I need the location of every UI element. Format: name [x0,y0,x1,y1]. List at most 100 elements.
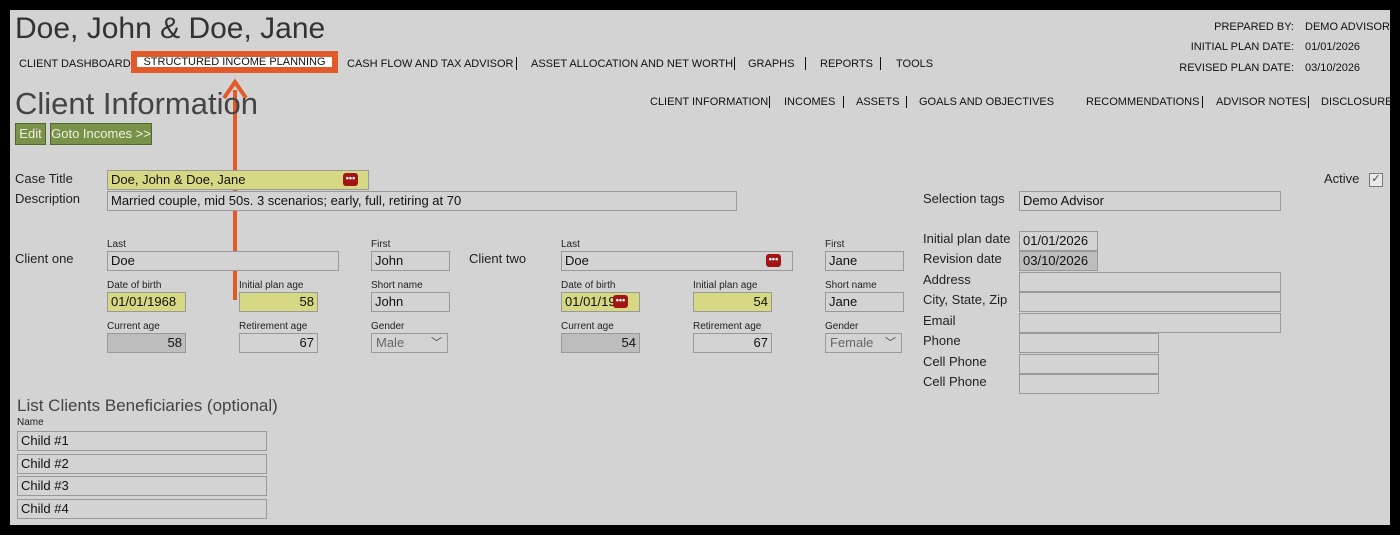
initial-plan-date-value: 01/01/2026 [1305,41,1361,53]
client-one-gender-value: Male [376,335,405,350]
subnav-disclosure[interactable]: DISCLOSURE [1321,96,1393,108]
cell-phone-2-label: Cell Phone [923,374,987,389]
nav-cash-flow[interactable]: CASH FLOW AND TAX ADVISOR [347,58,513,70]
client-one-gender-select[interactable]: Male ﹀ [371,333,448,353]
client-one-initial-age-label: Initial plan age [239,280,304,291]
revised-plan-date-label: REVISED PLAN DATE: [1179,62,1294,74]
email-label: Email [923,313,956,328]
beneficiary-input[interactable]: Child #2 [17,454,267,474]
beneficiary-name-label: Name [17,417,44,428]
nav-structured-income-planning-label: STRUCTURED INCOME PLANNING [137,57,332,68]
subnav-divider [1308,96,1309,108]
client-one-short-name-label: Short name [371,280,423,291]
client-two-last-input[interactable]: Doe [561,251,793,271]
subnav-recommendations[interactable]: RECOMMENDATIONS [1086,96,1199,108]
subnav-divider [1202,96,1203,108]
client-two-retirement-age-label: Retirement age [693,321,762,332]
client-two-gender-label: Gender [825,321,859,332]
check-icon: ✓ [1371,173,1381,185]
client-two-current-age-label: Current age [561,321,614,332]
more-dots-icon[interactable]: ••• [343,173,358,186]
client-one-current-age-input: 58 [107,333,186,353]
beneficiary-input[interactable]: Child #3 [17,476,267,496]
nav-graphs[interactable]: GRAPHS [748,58,794,70]
client-two-current-age-input: 54 [561,333,640,353]
client-one-dob-input[interactable]: 01/01/1968 [107,292,186,312]
client-one-retirement-age-label: Retirement age [239,321,308,332]
client-two-short-name-label: Short name [825,280,877,291]
client-two-gender-select[interactable]: Female ﹀ [825,333,902,353]
nav-divider [516,57,517,70]
nav-client-dashboard[interactable]: CLIENT DASHBOARD [19,58,131,70]
email-input[interactable] [1019,313,1281,333]
subnav-divider [843,96,844,108]
initial-plan-date-field-label: Initial plan date [923,231,1011,246]
goto-incomes-button[interactable]: Goto Incomes >> [50,123,152,145]
client-one-first-input[interactable]: John [371,251,450,271]
client-one-retirement-age-input[interactable]: 67 [239,333,318,353]
client-one-first-label: First [371,239,391,250]
client-two-retirement-age-input[interactable]: 67 [693,333,772,353]
selection-tags-label: Selection tags [923,191,1005,206]
more-dots-icon[interactable]: ••• [766,254,781,267]
address-label: Address [923,272,971,287]
prepared-by-value: DEMO ADVISOR [1305,21,1390,33]
revised-plan-date-value: 03/10/2026 [1305,62,1361,74]
phone-input[interactable] [1019,333,1159,353]
cell-phone-2-input[interactable] [1019,374,1159,394]
case-title-label: Case Title [15,171,73,186]
subnav-divider [769,96,770,108]
subnav-incomes[interactable]: INCOMES [784,96,835,108]
client-two-first-label: First [825,239,845,250]
beneficiaries-title: List Clients Beneficiaries (optional) [17,396,278,415]
cell-phone-label: Cell Phone [923,354,987,369]
chevron-down-icon: ﹀ [431,337,442,349]
client-two-initial-age-input[interactable]: 54 [693,292,772,312]
case-title-input[interactable]: Doe, John & Doe, Jane [107,170,369,190]
nav-divider [805,57,806,70]
client-two-dob-input[interactable]: 01/01/19 [561,292,640,312]
city-state-zip-input[interactable] [1019,292,1281,312]
chevron-down-icon: ﹀ [885,337,896,349]
client-one-initial-age-input[interactable]: 58 [239,292,318,312]
client-two-first-input[interactable]: Jane [825,251,904,271]
client-one-gender-label: Gender [371,321,405,332]
beneficiary-input[interactable]: Child #4 [17,499,267,519]
nav-structured-income-planning[interactable]: STRUCTURED INCOME PLANNING [131,51,338,73]
city-state-zip-label: City, State, Zip [923,292,1008,307]
subnav-advisor-notes[interactable]: ADVISOR NOTES [1216,96,1306,108]
initial-plan-date-input[interactable]: 01/01/2026 [1019,231,1098,251]
client-one-dob-label: Date of birth [107,280,162,291]
nav-tools[interactable]: TOOLS [896,58,933,70]
client-one-short-name-input[interactable]: John [371,292,450,312]
subnav-client-information[interactable]: CLIENT INFORMATION [650,96,768,108]
subnav-assets[interactable]: ASSETS [856,96,899,108]
selection-tags-input[interactable]: Demo Advisor [1019,191,1281,211]
client-one-last-label: Last [107,239,126,250]
address-input[interactable] [1019,272,1281,292]
client-two-gender-value: Female [830,335,874,350]
nav-divider [734,57,735,70]
prepared-by-label: PREPARED BY: [1214,21,1294,33]
client-name-title: Doe, John & Doe, Jane [15,12,326,45]
more-dots-icon[interactable]: ••• [613,295,628,308]
client-two-dob-label: Date of birth [561,280,616,291]
page-title: Client Information [15,86,258,121]
revision-date-label: Revision date [923,251,1002,266]
client-one-current-age-label: Current age [107,321,160,332]
cell-phone-input[interactable] [1019,354,1159,374]
phone-label: Phone [923,333,961,348]
initial-plan-date-label: INITIAL PLAN DATE: [1190,41,1294,53]
description-input[interactable]: Married couple, mid 50s. 3 scenarios; ea… [107,191,737,211]
edit-button[interactable]: Edit [15,123,46,145]
description-label: Description [15,191,81,206]
nav-reports[interactable]: REPORTS [820,58,873,70]
subnav-goals[interactable]: GOALS AND OBJECTIVES [919,96,1054,108]
nav-asset-allocation[interactable]: ASSET ALLOCATION AND NET WORTH [531,58,733,70]
subnav-divider [906,96,907,108]
active-checkbox[interactable]: ✓ [1369,173,1383,187]
client-two-short-name-input[interactable]: Jane [825,292,904,312]
client-one-label: Client one [15,251,74,266]
beneficiary-input[interactable]: Child #1 [17,431,267,451]
client-one-last-input[interactable]: Doe [107,251,339,271]
